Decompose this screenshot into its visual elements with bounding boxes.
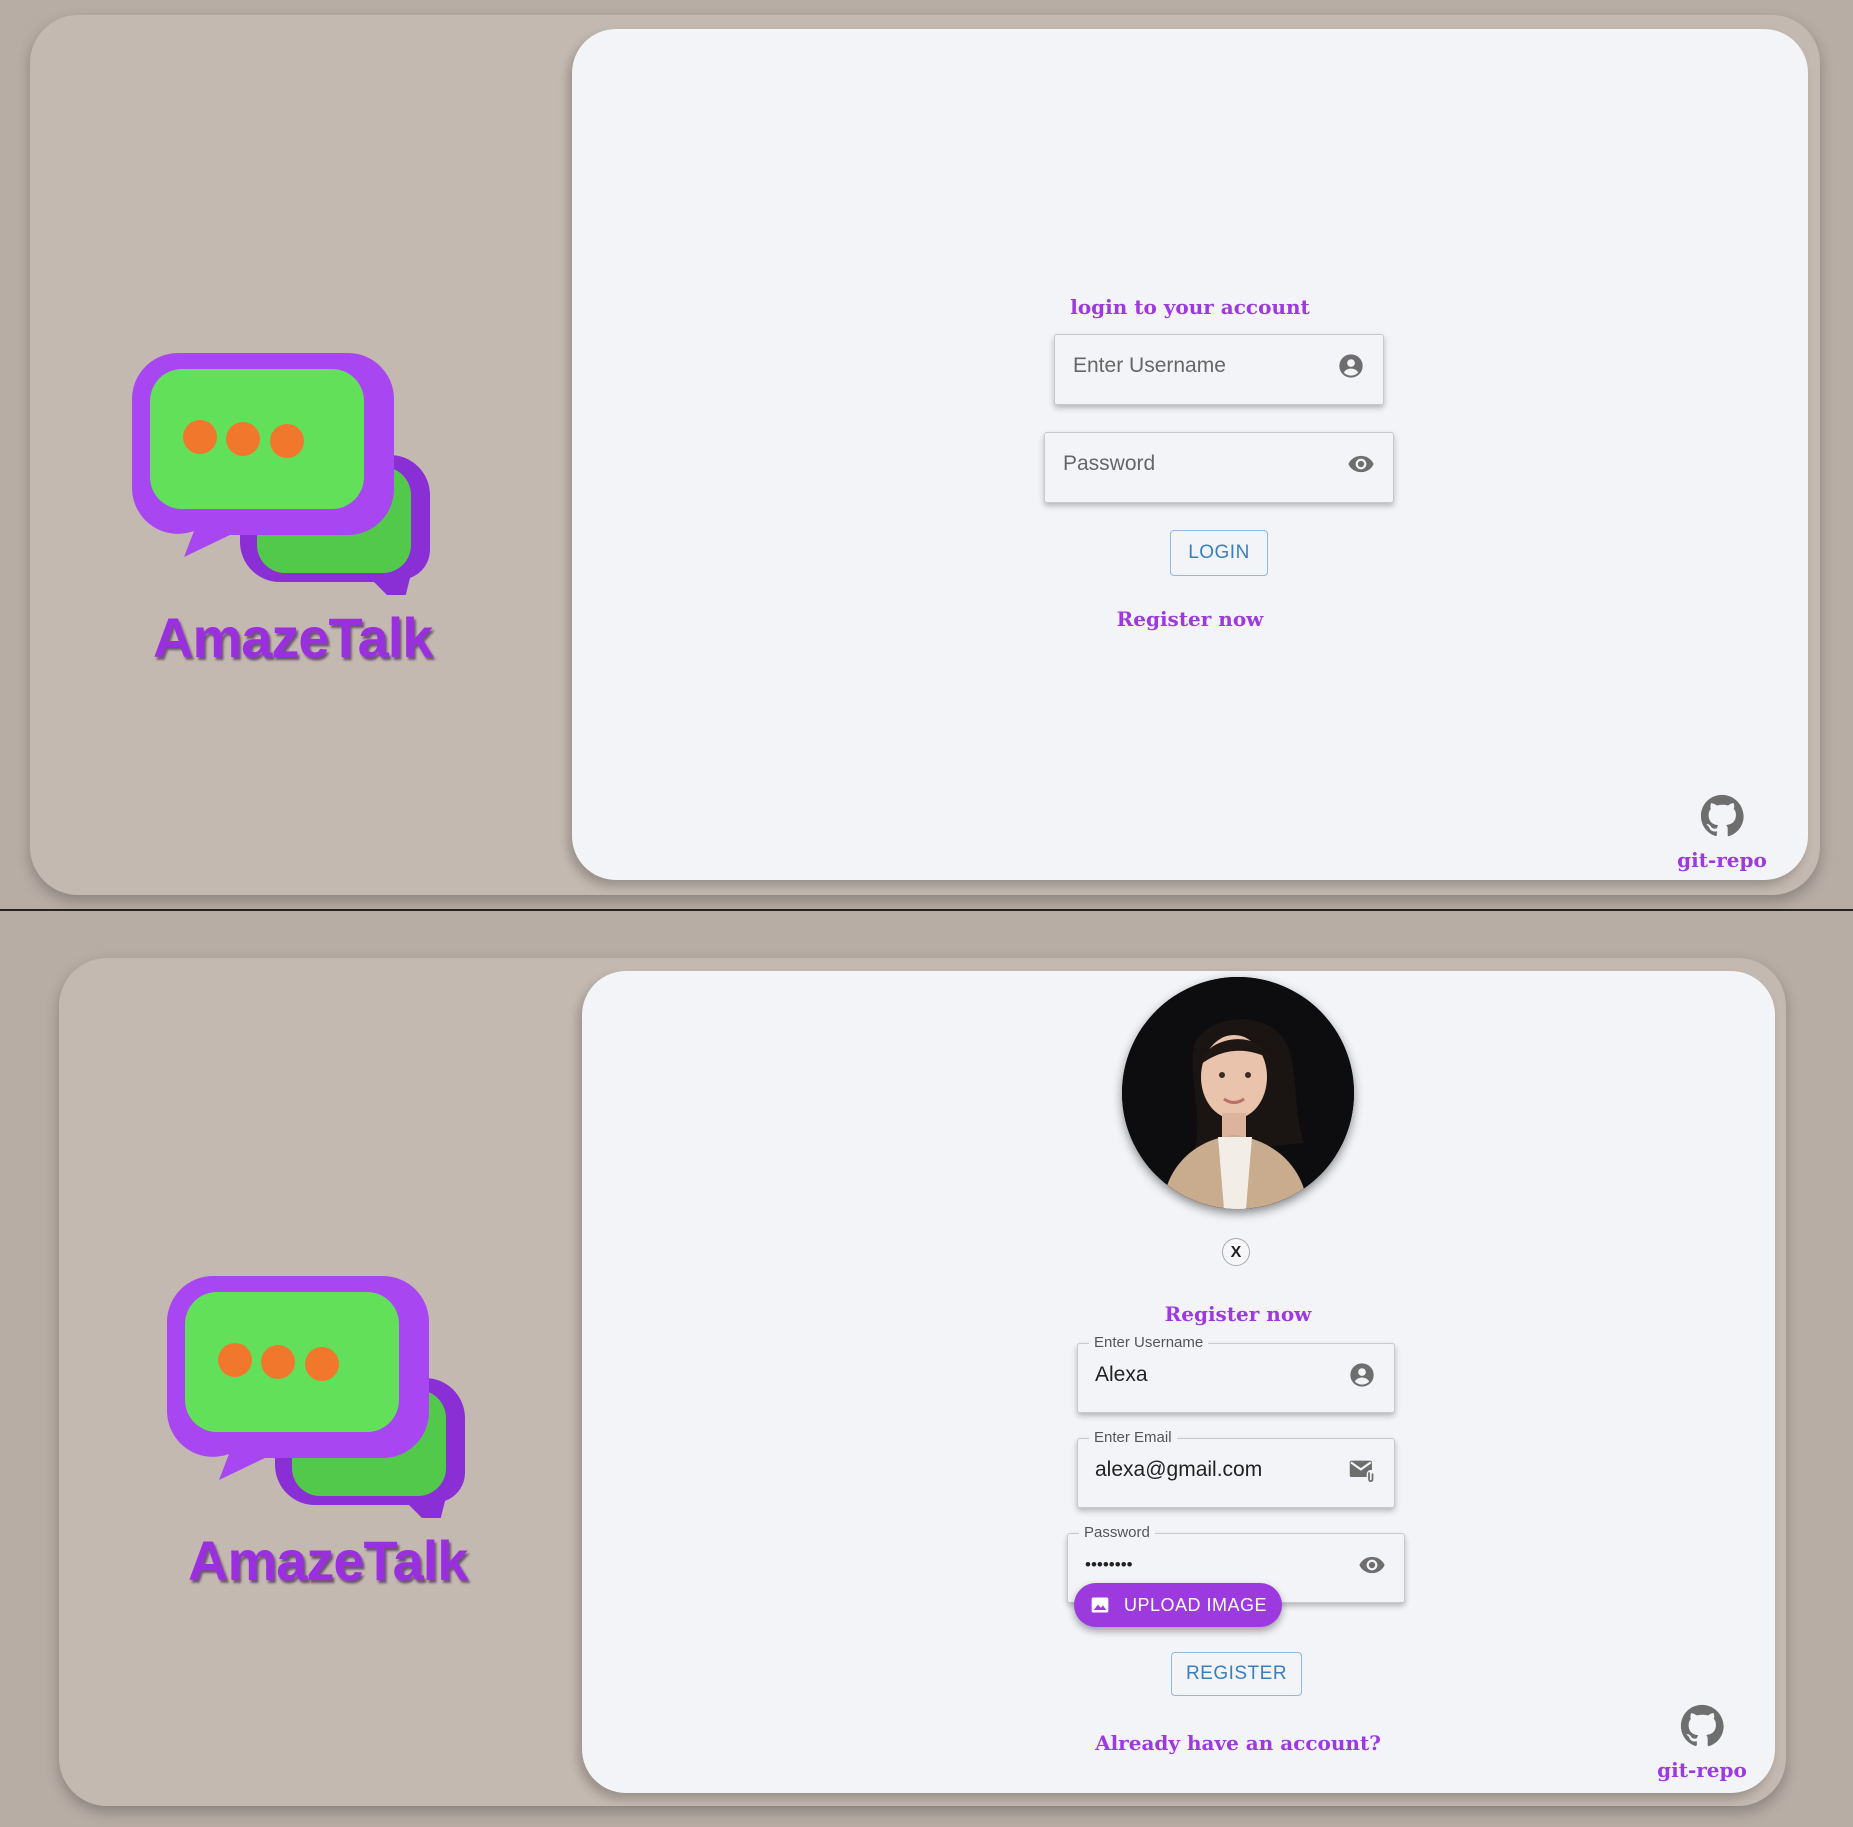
profile-avatar (1122, 977, 1354, 1209)
app-frame: AmazeTalk X Register now Enter Username … (59, 958, 1786, 1806)
git-repo-label: git-repo (1657, 1758, 1747, 1782)
email-label: Enter Email (1089, 1429, 1177, 1446)
register-screen: AmazeTalk X Register now Enter Username … (0, 911, 1853, 1827)
github-icon (1680, 1704, 1724, 1747)
username-input[interactable]: Enter Username (1054, 334, 1384, 405)
git-repo-label: git-repo (1677, 848, 1767, 872)
github-icon (1700, 794, 1744, 837)
chat-bubbles-logo-icon (167, 1276, 465, 1518)
image-icon (1091, 1597, 1109, 1613)
git-repo-link[interactable]: git-repo (1637, 1704, 1767, 1782)
username-value: Alexa (1095, 1363, 1148, 1386)
register-heading: Register now (1164, 1302, 1312, 1326)
upload-image-button[interactable]: UPLOAD IMAGE (1074, 1583, 1282, 1627)
login-card: login to your account Enter Username Pas… (572, 29, 1808, 880)
password-input[interactable]: Password (1044, 432, 1394, 503)
register-card: X Register now Enter Username Alexa Ente… (582, 971, 1775, 1793)
login-button[interactable]: LOGIN (1170, 530, 1268, 576)
login-heading: login to your account (1070, 295, 1310, 319)
app-frame: AmazeTalk login to your account Enter Us… (30, 15, 1820, 895)
password-label: Password (1079, 1524, 1155, 1541)
brand-name: AmazeTalk (153, 606, 433, 669)
username-placeholder: Enter Username (1073, 354, 1226, 377)
profile-photo (1122, 977, 1354, 1209)
register-button[interactable]: REGISTER (1171, 1652, 1302, 1696)
password-value: •••••••• (1085, 1555, 1133, 1574)
password-placeholder: Password (1063, 452, 1156, 475)
chat-bubbles-logo-icon (132, 353, 430, 595)
brand-name: AmazeTalk (188, 1529, 468, 1592)
login-screen: AmazeTalk login to your account Enter Us… (0, 0, 1853, 910)
email-field[interactable]: Enter Email alexa@gmail.com (1077, 1429, 1395, 1508)
account-circle-icon (1350, 1363, 1374, 1387)
eye-icon[interactable] (1347, 450, 1375, 478)
remove-image-button[interactable]: X (1222, 1238, 1250, 1266)
email-value: alexa@gmail.com (1095, 1458, 1263, 1481)
register-now-link[interactable]: Register now (1090, 607, 1290, 631)
username-label: Enter Username (1089, 1334, 1209, 1351)
already-have-account-link[interactable]: Already have an account? (1038, 1731, 1438, 1755)
upload-image-label: UPLOAD IMAGE (1124, 1595, 1268, 1615)
brand-logo: AmazeTalk (165, 1258, 545, 1598)
username-input[interactable]: Enter Username Alexa (1077, 1334, 1395, 1413)
eye-icon[interactable] (1358, 1551, 1386, 1579)
brand-logo: AmazeTalk (130, 335, 510, 675)
mail-attachment-icon (1349, 1460, 1375, 1483)
git-repo-link[interactable]: git-repo (1657, 794, 1787, 872)
account-circle-icon (1339, 354, 1363, 378)
